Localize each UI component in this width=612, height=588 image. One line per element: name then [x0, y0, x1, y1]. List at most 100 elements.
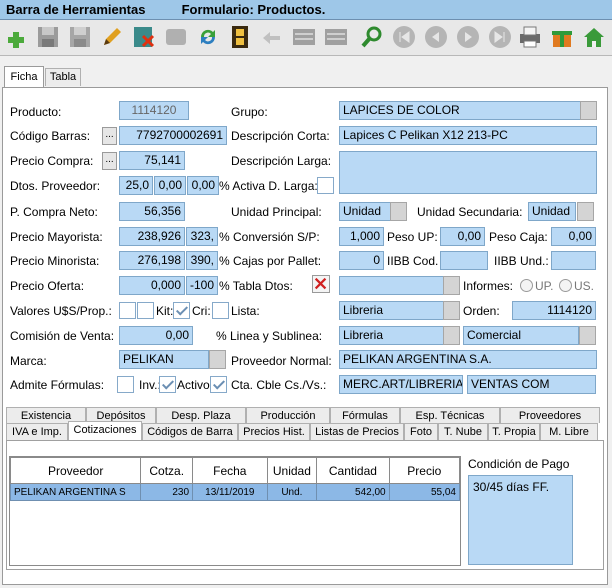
- gift-icon[interactable]: [548, 23, 576, 51]
- proveedor-normal-field[interactable]: PELIKAN ARGENTINA S.A.: [339, 350, 597, 369]
- unidad-secundaria-dropdown[interactable]: [577, 202, 594, 221]
- cell-cotza[interactable]: 230: [140, 483, 194, 501]
- add-icon[interactable]: [2, 23, 30, 51]
- unidad-secundaria-field[interactable]: Unidad: [528, 202, 576, 221]
- valores-checkbox-2[interactable]: [137, 302, 154, 319]
- save-disabled-icon[interactable]: [66, 23, 94, 51]
- subtab-t-propia[interactable]: T. Propia: [488, 423, 540, 440]
- undo-icon[interactable]: [162, 23, 190, 51]
- sublinea-field[interactable]: Comercial: [463, 326, 579, 345]
- grid-header-proveedor[interactable]: Proveedor: [9, 457, 142, 484]
- informes-up-radio[interactable]: [520, 279, 533, 292]
- descripcion-corta-field[interactable]: Lapices C Pelikan X12 213-PC: [339, 126, 597, 145]
- conversion-field[interactable]: 1,000: [339, 227, 384, 246]
- subtab-esp-tecnicas[interactable]: Esp. Técnicas: [400, 407, 500, 423]
- unidad-principal-field[interactable]: Unidad: [339, 202, 391, 221]
- linea-dropdown[interactable]: [443, 326, 460, 345]
- cell-unidad[interactable]: Und.: [266, 483, 318, 501]
- save-icon[interactable]: [34, 23, 62, 51]
- orden-field[interactable]: 1114120: [512, 301, 596, 320]
- subtab-precios-hist[interactable]: Precios Hist.: [238, 423, 310, 440]
- iibb-cod-field[interactable]: [440, 251, 488, 270]
- peso-up-field[interactable]: 0,00: [440, 227, 485, 246]
- precio-oferta-field[interactable]: 0,000: [119, 276, 185, 295]
- list2-icon[interactable]: [322, 23, 350, 51]
- home-icon[interactable]: [580, 23, 608, 51]
- subtab-t-nube[interactable]: T. Nube: [438, 423, 488, 440]
- table-row[interactable]: PELIKAN ARGENTINA S 230 13/11/2019 Und. …: [9, 483, 461, 501]
- clear-tabla-dtos-icon[interactable]: [312, 275, 330, 293]
- codigo-barras-button[interactable]: ...: [102, 127, 117, 145]
- precio-minorista-pct[interactable]: 390,: [186, 251, 218, 270]
- subtab-formulas[interactable]: Fórmulas: [330, 407, 400, 423]
- cta-cble-field-2[interactable]: VENTAS COM: [467, 375, 596, 394]
- precio-oferta-pct[interactable]: -100: [186, 276, 218, 295]
- activo-checkbox[interactable]: [210, 376, 227, 393]
- precio-compra-button[interactable]: ...: [102, 152, 117, 170]
- grupo-field[interactable]: LAPICES DE COLOR: [339, 101, 581, 120]
- tab-ficha[interactable]: Ficha: [4, 66, 44, 87]
- subtab-proveedores[interactable]: Proveedores: [500, 407, 600, 423]
- activa-dlarga-checkbox[interactable]: [317, 177, 334, 194]
- cajas-pallet-field[interactable]: 0: [339, 251, 384, 270]
- first-icon[interactable]: [390, 23, 418, 51]
- cell-proveedor[interactable]: PELIKAN ARGENTINA S: [9, 483, 142, 501]
- sublinea-dropdown[interactable]: [579, 326, 596, 345]
- grid-header-cotza[interactable]: Cotza.: [140, 457, 194, 484]
- tabla-dtos-dropdown[interactable]: [443, 276, 460, 295]
- grid-header-fecha[interactable]: Fecha: [192, 457, 268, 484]
- precio-compra-field[interactable]: 75,141: [119, 151, 185, 170]
- subtab-codigos-barra[interactable]: Códigos de Barra: [142, 423, 238, 440]
- grid-header-cantidad[interactable]: Cantidad: [316, 457, 390, 484]
- grid-header-unidad[interactable]: Unidad: [266, 457, 318, 484]
- kit-checkbox[interactable]: [173, 302, 190, 319]
- valores-checkbox-1[interactable]: [119, 302, 136, 319]
- back-icon[interactable]: [258, 23, 286, 51]
- list-icon[interactable]: [290, 23, 318, 51]
- subtab-listas-precios[interactable]: Listas de Precios: [310, 423, 404, 440]
- comision-field[interactable]: 0,00: [119, 326, 193, 345]
- descripcion-larga-field[interactable]: [339, 151, 597, 194]
- subtab-iva[interactable]: IVA e Imp.: [6, 423, 68, 440]
- inv-checkbox[interactable]: [159, 376, 176, 393]
- cta-cble-field-1[interactable]: MERC.ART/LIBRERIA: [339, 375, 463, 394]
- subtab-produccion[interactable]: Producción: [246, 407, 330, 423]
- tab-tabla[interactable]: Tabla: [45, 68, 81, 86]
- marca-dropdown[interactable]: [209, 350, 226, 369]
- print-icon[interactable]: [516, 23, 544, 51]
- next-icon[interactable]: [454, 23, 482, 51]
- subtab-cotizaciones[interactable]: Cotizaciones: [68, 421, 142, 440]
- cell-cantidad[interactable]: 542,00: [316, 483, 390, 501]
- informes-us-radio[interactable]: [559, 279, 572, 292]
- dto1-field[interactable]: 25,0: [119, 176, 153, 195]
- cell-fecha[interactable]: 13/11/2019: [192, 483, 268, 501]
- lista-dropdown[interactable]: [443, 301, 460, 320]
- condicion-pago-field[interactable]: 30/45 días FF.: [468, 475, 573, 565]
- cri-checkbox[interactable]: [212, 302, 229, 319]
- refresh-icon[interactable]: [194, 23, 222, 51]
- admite-formulas-checkbox[interactable]: [117, 376, 134, 393]
- iibb-und-field[interactable]: [551, 251, 596, 270]
- precio-mayorista-field[interactable]: 238,926: [119, 227, 185, 246]
- grid-header-precio[interactable]: Precio: [388, 457, 461, 484]
- precio-mayorista-pct[interactable]: 323,: [186, 227, 218, 246]
- prev-icon[interactable]: [422, 23, 450, 51]
- producto-field[interactable]: 1114120: [119, 101, 189, 120]
- cell-precio[interactable]: 55,04: [388, 483, 461, 501]
- edit-icon[interactable]: [98, 23, 126, 51]
- linea-field[interactable]: Libreria: [339, 326, 444, 345]
- marca-field[interactable]: PELIKAN: [119, 350, 209, 369]
- tabla-dtos-field[interactable]: [339, 276, 444, 295]
- film-icon[interactable]: [226, 23, 254, 51]
- dto3-field[interactable]: 0,00: [187, 176, 219, 195]
- last-icon[interactable]: [486, 23, 514, 51]
- precio-minorista-field[interactable]: 276,198: [119, 251, 185, 270]
- subtab-desp-plaza[interactable]: Desp. Plaza: [156, 407, 246, 423]
- delete-icon[interactable]: [130, 23, 158, 51]
- p-compra-neto-field[interactable]: 56,356: [119, 202, 185, 221]
- search-icon[interactable]: [358, 23, 386, 51]
- subtab-m-libre[interactable]: M. Libre: [540, 423, 598, 440]
- lista-field[interactable]: Libreria: [339, 301, 444, 320]
- dto2-field[interactable]: 0,00: [154, 176, 186, 195]
- codigo-barras-field[interactable]: 7792700002691: [119, 126, 227, 145]
